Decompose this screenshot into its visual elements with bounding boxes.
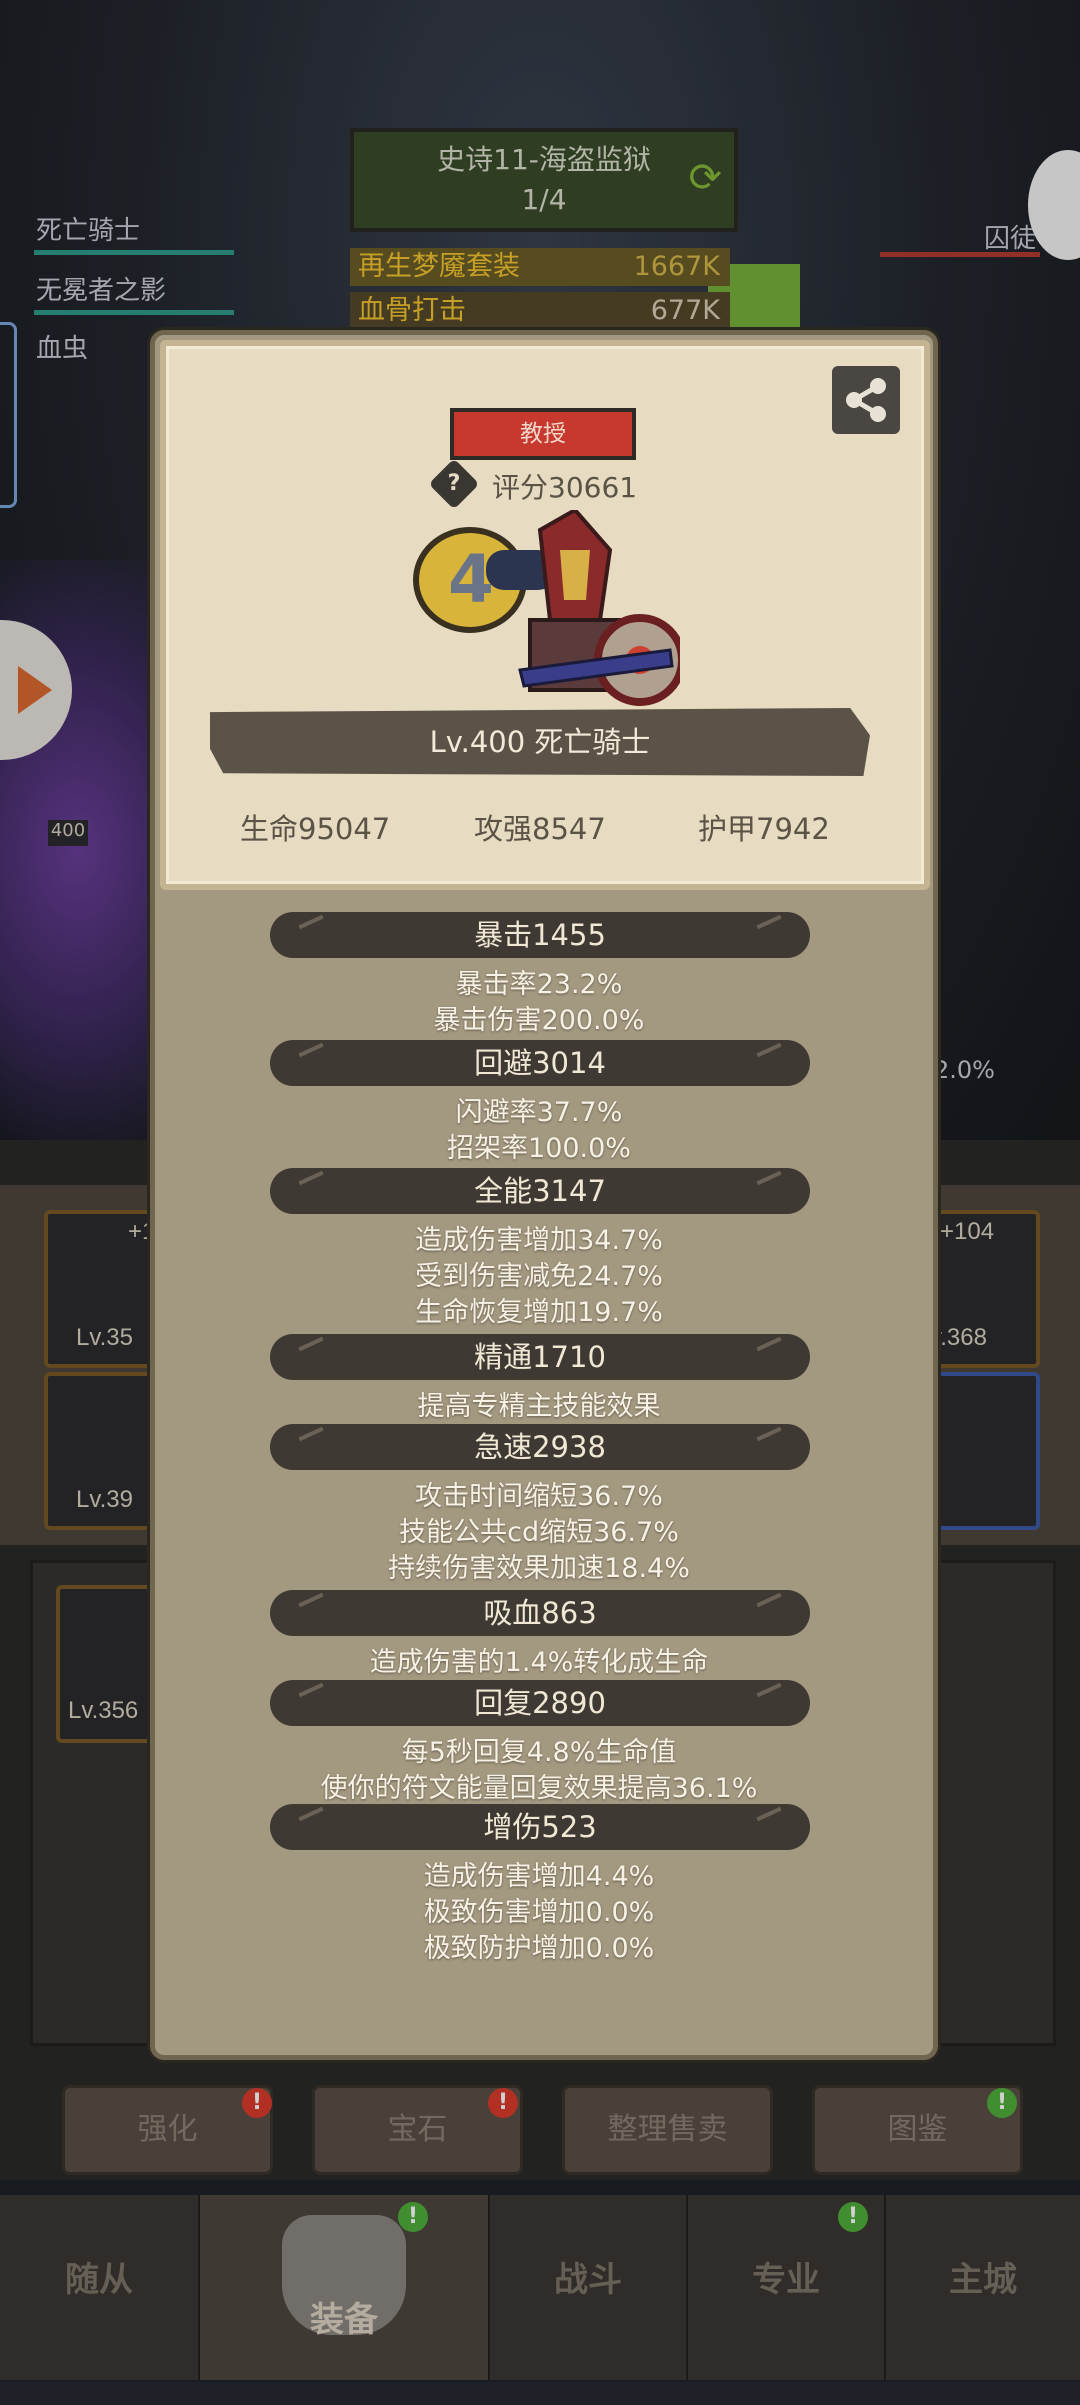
attack-stat: 攻强8547 — [474, 812, 606, 846]
svg-text:4: 4 — [448, 541, 494, 618]
stat-line: 造成伤害增加34.7% — [415, 1225, 663, 1256]
stat-line: 闪避率37.7% — [455, 1097, 623, 1128]
share-icon — [846, 378, 886, 422]
hero-portrait: 4 — [400, 507, 686, 710]
armor-stat: 护甲7942 — [698, 812, 830, 846]
stat-header-damage-bonus: 增伤523 — [270, 1804, 810, 1850]
hero-name-bar: Lv.400 死亡骑士 — [210, 708, 870, 776]
stat-line: 造成伤害增加4.4% — [423, 1861, 655, 1892]
stat-header-crit: 暴击1455 — [270, 912, 810, 958]
stat-line: 极致防护增加0.0% — [423, 1933, 655, 1964]
stat-line: 每5秒回复4.8%生命值 — [401, 1737, 677, 1768]
stat-header-dodge: 回避3014 — [270, 1040, 810, 1086]
stat-line: 攻击时间缩短36.7% — [415, 1481, 663, 1512]
stat-line: 暴击伤害200.0% — [433, 1005, 645, 1036]
score-text: 评分30661 — [492, 471, 638, 504]
hp-stat: 生命95047 — [240, 812, 391, 846]
stat-header-regen: 回复2890 — [270, 1680, 810, 1726]
stat-header-versatility: 全能3147 — [270, 1168, 810, 1214]
stat-line: 受到伤害减免24.7% — [415, 1261, 663, 1292]
rank-badge: 教授 — [450, 408, 636, 460]
stat-header-haste: 急速2938 — [270, 1424, 810, 1470]
stat-line: 使你的符文能量回复效果提高36.1% — [320, 1773, 758, 1804]
stat-line: 提高专精主技能效果 — [417, 1391, 661, 1422]
share-button[interactable] — [832, 366, 900, 434]
stat-line: 招架率100.0% — [447, 1133, 631, 1164]
stat-line: 生命恢复增加19.7% — [415, 1297, 663, 1328]
stat-header-mastery: 精通1710 — [270, 1334, 810, 1380]
stat-line: 技能公共cd缩短36.7% — [399, 1517, 679, 1548]
stat-line: 造成伤害的1.4%转化成生命 — [369, 1647, 709, 1678]
stat-line: 极致伤害增加0.0% — [423, 1897, 655, 1928]
stat-line: 暴击率23.2% — [455, 969, 623, 1000]
stat-header-lifesteal: 吸血863 — [270, 1590, 810, 1636]
stat-line: 持续伤害效果加速18.4% — [388, 1553, 690, 1584]
help-icon[interactable]: ? — [428, 458, 480, 510]
